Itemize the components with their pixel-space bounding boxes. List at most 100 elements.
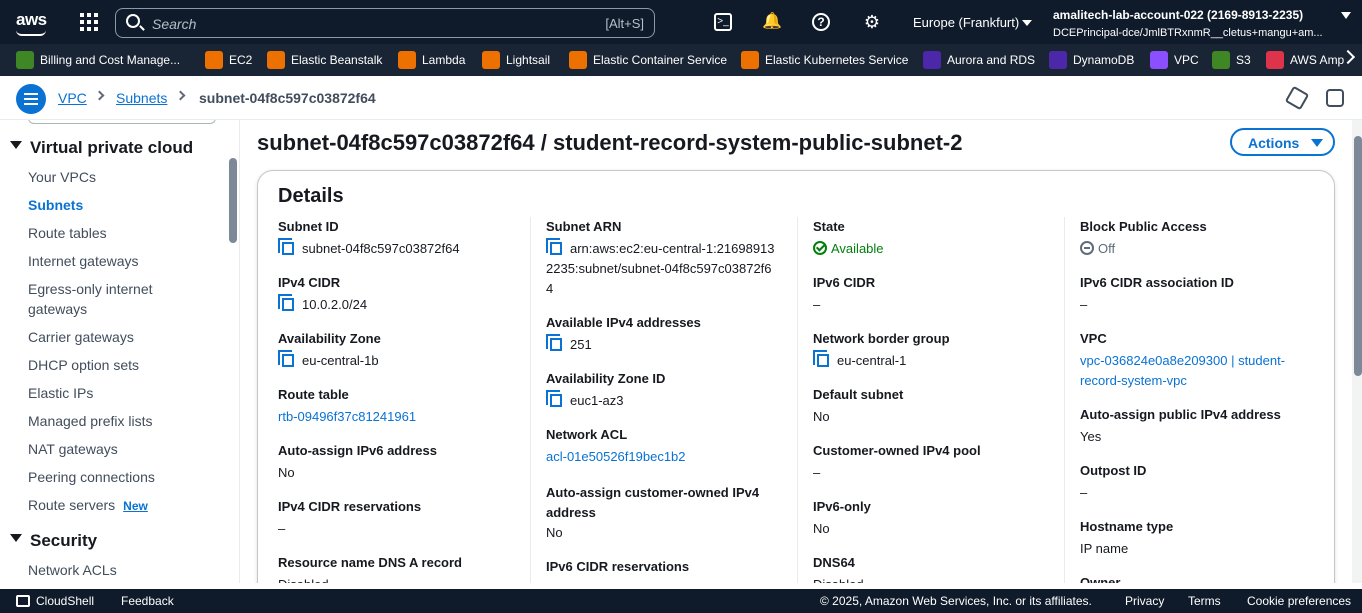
copy-icon[interactable]	[546, 238, 562, 255]
breadcrumb-subnets[interactable]: Subnets	[116, 90, 167, 106]
favorite-ec2[interactable]: EC2	[205, 50, 252, 70]
service-icon	[16, 51, 34, 69]
field-value-text: eu-central-1	[837, 353, 907, 368]
field-label: Auto-assign public IPv4 address	[1080, 407, 1281, 422]
field-value: Disabled	[278, 575, 518, 583]
copy-icon[interactable]	[278, 294, 294, 311]
status-off-icon	[1080, 241, 1094, 255]
copy-icon[interactable]	[813, 350, 829, 367]
breadcrumb-vpc[interactable]: VPC	[58, 90, 87, 106]
page-title: subnet-04f8c597c03872f64 / student-recor…	[257, 130, 963, 155]
sidebar-item-subnets[interactable]: Subnets	[28, 195, 83, 215]
field-value: Disabled	[813, 575, 1053, 583]
field-value: No	[546, 523, 786, 543]
side-navigation-toggle-button[interactable]	[16, 84, 46, 114]
field-label: IPv4 CIDR reservations	[278, 499, 422, 514]
favorite-vpc[interactable]: VPC	[1150, 50, 1199, 70]
field-label: State	[813, 219, 845, 234]
field-label: IPv4 CIDR	[278, 275, 341, 290]
favorite-label: Aurora and RDS	[947, 53, 1036, 67]
side-navigation: Virtual private cloud Your VPCs Subnets Ro…	[0, 120, 240, 583]
field-value: eu-central-1	[813, 350, 1053, 371]
sidebar-scrollbar[interactable]	[229, 158, 237, 243]
region-selector[interactable]: Europe (Frankfurt)	[913, 15, 1033, 30]
sidebar-item-egress-only-internet-gateways[interactable]: Egress-only internet gateways	[28, 279, 168, 319]
copy-icon[interactable]	[546, 390, 562, 407]
field-value[interactable]: acl-01e50526f19bec1b2	[546, 447, 786, 467]
field-value: euc1-az3	[546, 390, 786, 411]
favorite-lightsail[interactable]: Lightsail	[482, 50, 550, 70]
help-icon[interactable]: ?	[812, 13, 830, 31]
feedback-link[interactable]: Feedback	[121, 594, 174, 608]
sidebar-item-label: Peering connections	[28, 469, 155, 485]
field-value-text: Yes	[1080, 429, 1102, 444]
favorites-bar: AWS Amp S3 VPC DynamoDB Aurora and RDS Elasti…	[0, 44, 1362, 76]
field-value: No	[813, 519, 1053, 539]
sidebar-item-network-acls[interactable]: Network ACLs	[28, 560, 117, 580]
field-value: No	[813, 407, 1053, 427]
sidebar-item-route-servers[interactable]: Route servers New	[28, 495, 148, 516]
copyright-text: © 2025, Amazon Web Services, Inc. or its…	[820, 594, 1092, 608]
section-virtual-private-cloud[interactable]: Virtual private cloud	[10, 138, 193, 158]
page-scrollbar[interactable]	[1354, 136, 1362, 376]
section-security[interactable]: Security	[10, 531, 97, 551]
favorite-dynamodb[interactable]: DynamoDB	[1049, 50, 1134, 70]
favorite-aws-amp[interactable]: AWS Amp	[1266, 50, 1344, 70]
field-value-text: No	[813, 409, 830, 424]
sidebar-item-nat-gateways[interactable]: NAT gateways	[28, 439, 118, 459]
favorite-label: Elastic Kubernetes Service	[765, 53, 909, 67]
search-input[interactable]: Search [Alt+S]	[115, 8, 655, 38]
sidebar-item-peering-connections[interactable]: Peering connections	[28, 467, 155, 487]
account-caret-icon[interactable]	[1341, 12, 1351, 24]
sidebar-item-carrier-gateways[interactable]: Carrier gateways	[28, 327, 134, 347]
sidebar-item-dhcp-option-sets[interactable]: DHCP option sets	[28, 355, 139, 375]
feedback-panel-icon[interactable]	[1326, 89, 1344, 107]
field-value: Off	[1080, 239, 1320, 259]
settings-gear-icon[interactable]: ⚙	[862, 12, 882, 32]
cookie-preferences-link[interactable]: Cookie preferences	[1247, 594, 1351, 608]
field-value-text: IP name	[1080, 541, 1129, 556]
sidebar-item-elastic-ips[interactable]: Elastic IPs	[28, 383, 93, 403]
cloudshell-link[interactable]: CloudShell	[16, 594, 94, 608]
field-value[interactable]: vpc-036824e0a8e209300 | student-record-s…	[1080, 351, 1320, 391]
details-heading: Details	[278, 185, 344, 207]
sidebar-item-managed-prefix-lists[interactable]: Managed prefix lists	[28, 411, 153, 431]
field-value[interactable]: rtb-09496f37c81241961	[278, 407, 518, 427]
cloudshell-icon[interactable]: >_	[714, 13, 732, 31]
sidebar-item-label: Subnets	[28, 197, 84, 213]
search-shortcut: [Alt+S]	[605, 16, 644, 31]
sidebar-filter-box[interactable]	[28, 120, 216, 124]
notifications-bell-icon[interactable]: 🔔	[762, 12, 782, 32]
field-label: IPv6 CIDR reservations	[546, 559, 690, 574]
terms-link[interactable]: Terms	[1188, 594, 1221, 608]
field-value: No	[278, 463, 518, 483]
favorite-elastic-kubernetes-service[interactable]: Elastic Kubernetes Service	[741, 50, 908, 70]
field-value-text: Disabled	[278, 577, 329, 583]
field-value: Available	[813, 239, 1053, 259]
actions-button[interactable]: Actions	[1230, 128, 1335, 156]
copy-icon[interactable]	[278, 238, 294, 255]
sidebar-item-internet-gateways[interactable]: Internet gateways	[28, 251, 139, 271]
sidebar-item-your-vpcs[interactable]: Your VPCs	[28, 167, 96, 187]
favorite-billing-and-cost-manage[interactable]: Billing and Cost Manage...	[16, 50, 180, 70]
account-name[interactable]: amalitech-lab-account-022 (2169-8913-223…	[1053, 8, 1303, 22]
notifications-panel-icon[interactable]	[1284, 85, 1310, 111]
services-menu-icon[interactable]	[80, 13, 98, 31]
sidebar-item-route-tables[interactable]: Route tables	[28, 223, 107, 243]
field-label: IPv6 CIDR	[813, 275, 876, 290]
account-principal[interactable]: DCEPrincipal-dce/JmlBTRxnmR__cletus+mang…	[1053, 27, 1323, 39]
favorite-elastic-container-service[interactable]: Elastic Container Service	[569, 50, 727, 70]
favorite-elastic-beanstalk[interactable]: Elastic Beanstalk	[267, 50, 382, 70]
privacy-link[interactable]: Privacy	[1125, 594, 1164, 608]
copy-icon[interactable]	[546, 334, 562, 351]
favorite-lambda[interactable]: Lambda	[398, 50, 465, 70]
favorite-label: VPC	[1174, 53, 1199, 67]
sidebar-item-label: Route tables	[28, 225, 107, 241]
copy-icon[interactable]	[278, 350, 294, 367]
field-value: –	[813, 463, 1053, 483]
favorite-aurora-and-rds[interactable]: Aurora and RDS	[923, 50, 1035, 70]
aws-logo[interactable]: aws	[16, 10, 47, 30]
favorite-label: Elastic Beanstalk	[291, 53, 383, 67]
footer: CloudShell Feedback © 2025, Amazon Web S…	[0, 589, 1362, 613]
favorite-s3[interactable]: S3	[1212, 50, 1251, 70]
